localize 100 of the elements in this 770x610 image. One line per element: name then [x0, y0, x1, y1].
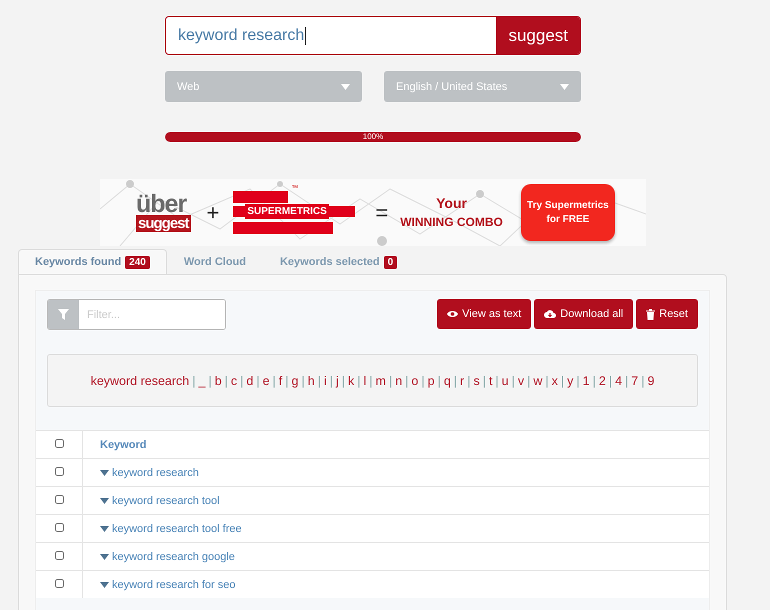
separator: | — [388, 374, 392, 388]
separator: | — [592, 374, 596, 388]
separator: | — [208, 374, 212, 388]
letter-link[interactable]: u — [502, 374, 509, 388]
column-header[interactable]: Keyword — [100, 438, 146, 450]
letter-link[interactable]: s — [473, 374, 480, 388]
letter-link[interactable]: e — [262, 374, 270, 388]
count-badge: 240 — [125, 256, 150, 268]
separator: | — [301, 374, 305, 388]
separator: | — [641, 374, 644, 388]
checkbox[interactable] — [54, 550, 64, 560]
letter-link[interactable]: l — [364, 374, 366, 388]
letter-link[interactable]: d — [246, 374, 254, 388]
separator: | — [608, 374, 612, 388]
separator: | — [272, 374, 276, 388]
letter-link[interactable]: _ — [198, 374, 206, 388]
letter-link[interactable]: 9 — [647, 374, 654, 388]
separator: | — [467, 374, 470, 388]
caret-icon — [341, 84, 350, 90]
separator: | — [369, 374, 373, 388]
letter-link[interactable]: j — [336, 374, 339, 388]
caret-icon[interactable] — [100, 498, 109, 504]
letter-link[interactable]: keyword research — [90, 374, 190, 388]
separator: | — [318, 374, 321, 388]
letter-link[interactable]: b — [214, 374, 222, 388]
view-as-text-button[interactable]: View as text — [437, 299, 532, 329]
letter-link[interactable]: r — [460, 374, 464, 388]
logo-bar — [233, 190, 288, 202]
separator: | — [256, 374, 260, 388]
caret-icon[interactable] — [100, 582, 109, 588]
separator: | — [527, 374, 530, 388]
letter-link[interactable]: c — [230, 374, 238, 388]
progress-label: 100% — [362, 132, 384, 142]
letter-link[interactable]: 2 — [598, 374, 606, 388]
separator: | — [495, 374, 499, 388]
separator: | — [240, 374, 244, 388]
letter-link[interactable]: v — [518, 374, 524, 388]
separator: | — [357, 374, 360, 388]
download-button[interactable]: Download all — [534, 299, 634, 329]
logo-badge: suggest — [136, 215, 191, 232]
separator: | — [576, 374, 580, 388]
caret-icon[interactable] — [100, 554, 109, 560]
caret-icon[interactable] — [100, 526, 109, 532]
letter-link[interactable]: g — [292, 374, 298, 388]
cloud-download-icon — [544, 310, 556, 318]
tab[interactable]: Keywords found 240 — [18, 249, 167, 274]
tab[interactable]: Keywords selected 0 — [262, 249, 414, 274]
letter-link[interactable]: 4 — [615, 374, 622, 388]
suggest-button[interactable]: suggest — [496, 17, 580, 54]
checkbox[interactable] — [54, 578, 64, 588]
separator: | — [405, 374, 408, 388]
letter-link[interactable]: w — [533, 374, 542, 388]
eye-icon — [447, 310, 458, 318]
keyword-link[interactable]: keyword research — [112, 466, 199, 478]
equals-sign: = — [375, 200, 388, 226]
separator: | — [285, 374, 289, 388]
letter-link[interactable]: y — [567, 374, 574, 388]
letter-link[interactable]: i — [324, 374, 327, 388]
separator: | — [560, 374, 564, 388]
letter-link[interactable]: t — [488, 374, 492, 388]
separator: | — [342, 374, 345, 388]
letter-link[interactable]: p — [428, 374, 435, 388]
separator: | — [330, 374, 333, 388]
keyword-link[interactable]: keyword research for seo — [112, 578, 236, 590]
checkbox[interactable] — [54, 494, 64, 504]
count-badge: 0 — [384, 256, 398, 268]
tagline: Your — [436, 194, 467, 212]
logo-text: über — [136, 193, 186, 215]
letter-link[interactable]: 1 — [582, 374, 590, 388]
separator: | — [454, 374, 458, 388]
checkbox[interactable] — [54, 466, 64, 476]
separator: | — [224, 374, 228, 388]
letter-link[interactable]: 7 — [631, 374, 638, 388]
keyword-link[interactable]: keyword research google — [112, 550, 235, 562]
separator: | — [512, 374, 515, 388]
letter-link[interactable]: m — [376, 374, 386, 388]
trash-icon — [646, 308, 656, 320]
separator: | — [625, 374, 628, 388]
separator: | — [482, 374, 486, 388]
letter-link[interactable]: o — [411, 374, 418, 388]
letter-link[interactable]: n — [395, 374, 402, 388]
plus-sign: + — [206, 200, 220, 226]
checkbox[interactable] — [54, 438, 64, 448]
keyword-link[interactable]: keyword research tool free — [112, 522, 242, 534]
brand-logo: SUPERMETRICS — [245, 204, 329, 218]
cta-button[interactable]: Try Supermetrics for FREE — [520, 184, 615, 241]
reset-button[interactable]: Reset — [636, 299, 698, 329]
letter-link[interactable]: k — [348, 374, 354, 388]
caret-icon[interactable] — [100, 470, 109, 476]
letter-link[interactable]: x — [552, 374, 558, 388]
filter-icon — [58, 309, 69, 320]
letter-link[interactable]: h — [308, 374, 315, 388]
letter-link[interactable]: q — [444, 374, 451, 388]
tagline: WINNING COMBO — [400, 214, 503, 230]
keyword-link[interactable]: keyword research tool — [112, 494, 220, 506]
separator: | — [438, 374, 441, 388]
checkbox[interactable] — [54, 522, 64, 532]
caret-icon — [560, 84, 569, 90]
search-field[interactable]: keyword research suggest — [165, 16, 581, 55]
letter-link[interactable]: f — [278, 374, 282, 388]
